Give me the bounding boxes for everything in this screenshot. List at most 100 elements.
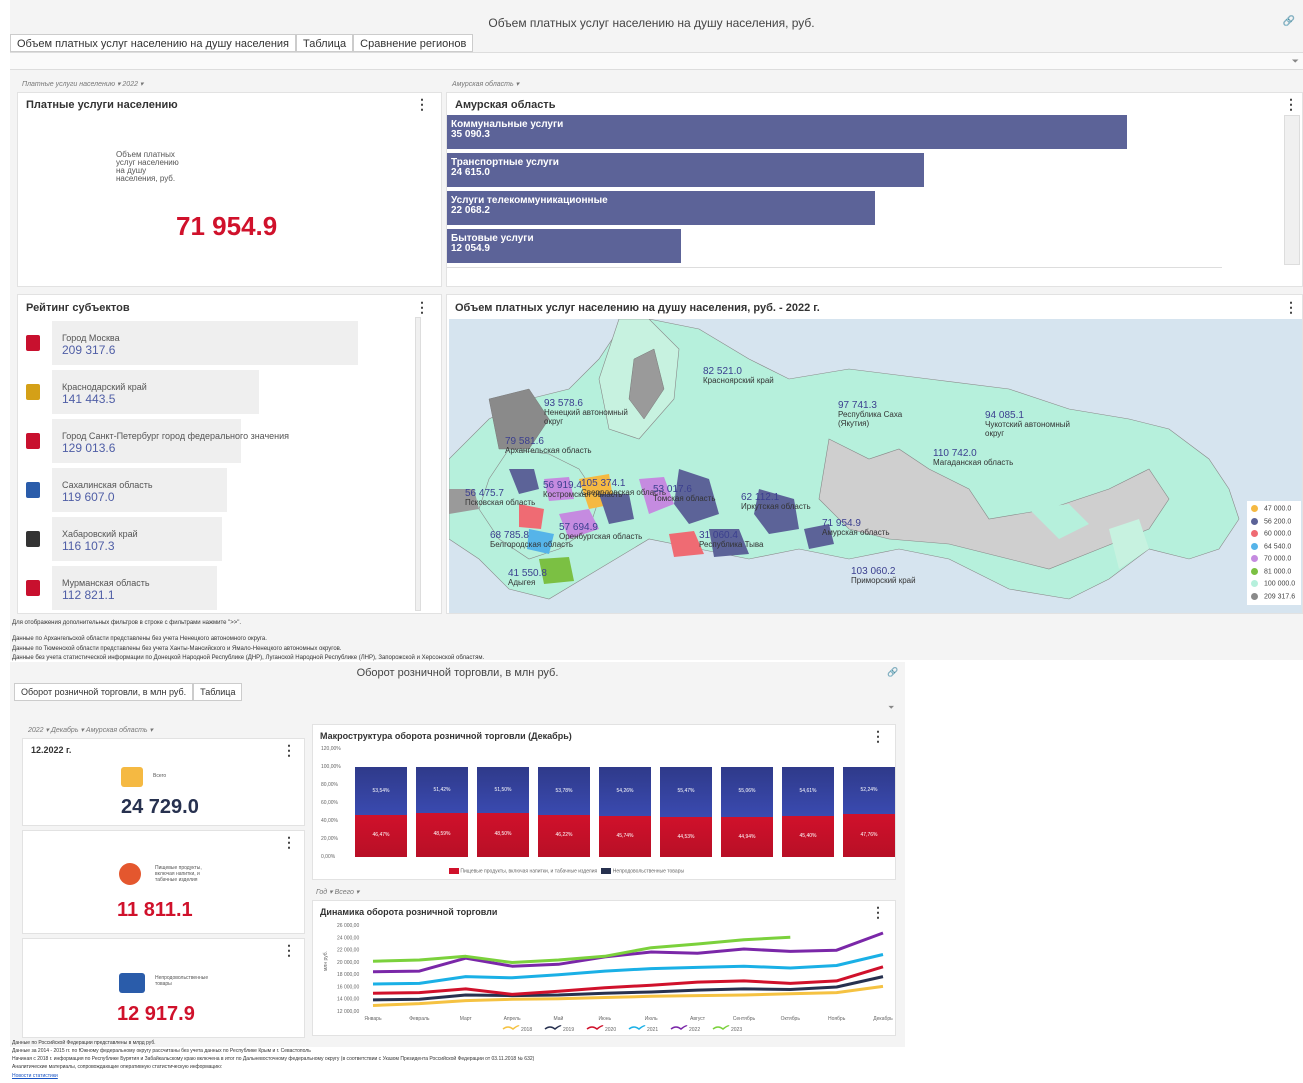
dynamics-ytick: 22 000,00 — [337, 948, 359, 954]
service-bar[interactable]: Коммунальные услуги 35 090.3 — [447, 115, 1127, 149]
legend-swatch — [1251, 517, 1258, 525]
filter-icon[interactable]: ⏷ — [1292, 56, 1299, 67]
rating-menu-icon[interactable]: ⋮ — [415, 300, 429, 314]
map-region-label[interactable]: 68 785.8 Белгородская область — [490, 530, 573, 550]
structure-menu-icon[interactable]: ⋮ — [871, 729, 885, 743]
service-bar-name: Услуги телекоммуникационные — [451, 195, 608, 206]
map-region-label[interactable]: 31 060.4 Республика Тыва — [699, 530, 763, 550]
services-filter[interactable]: Платные услуги населению ▾ 2022 ▾ — [22, 80, 143, 88]
map-region-label[interactable]: 53 017.6 Томская область — [653, 485, 716, 504]
map-region-value: 82 521.0 — [703, 366, 742, 377]
map-legend-item[interactable]: 81 000.0 — [1251, 567, 1291, 575]
dynamics-chart[interactable]: 26 000,00 24 000,00 22 000,00 20 000,00 18 0… — [313, 901, 897, 1037]
segment-food: 46,22% — [538, 815, 590, 857]
dynamics-ytick: 26 000,00 — [337, 923, 359, 929]
stacked-bar[interactable]: 54,61% 45,40% — [782, 767, 834, 857]
tab-region-compare[interactable]: Сравнение регионов — [353, 34, 474, 52]
map-region-label[interactable]: 94 085.1 Чукотский автономный округ — [985, 411, 1075, 439]
rank-item[interactable]: Город Москва 209 317.6 — [26, 321, 426, 365]
map-legend-item[interactable]: 64 540.0 — [1251, 542, 1291, 550]
map-region-value: 103 060.2 — [851, 566, 896, 577]
map-region-label[interactable]: 103 060.2 Приморский край — [851, 566, 916, 586]
retail-filter[interactable]: 2022 ▾ Декабрь ▾ Амурская область ▾ — [28, 726, 153, 734]
stacked-bar[interactable]: 55,47% 44,53% — [660, 767, 712, 857]
legend-label-2021[interactable]: 2021 — [647, 1027, 658, 1033]
service-bar[interactable]: Бытовые услуги 12 054.9 — [447, 229, 681, 263]
service-bar[interactable]: Услуги телекоммуникационные 22 068.2 — [447, 191, 875, 225]
map-legend-item[interactable]: 60 000.0 — [1251, 530, 1291, 537]
kpi-total-menu-icon[interactable]: ⋮ — [282, 743, 296, 757]
map-region-value: 79 581.6 — [505, 436, 544, 447]
legend-label-2019[interactable]: 2019 — [563, 1027, 574, 1033]
map-region-label[interactable]: 93 578.6 Ненецкий автономный округ — [544, 399, 634, 427]
tab-per-capita[interactable]: Объем платных услуг населению на душу на… — [10, 34, 297, 52]
rank-item-name: Город Москва — [62, 333, 120, 343]
map-region-name: Томская область — [653, 494, 716, 503]
map-region-value: 68 785.8 — [490, 530, 529, 541]
rank-item[interactable]: Сахалинская область 119 607.0 — [26, 468, 426, 512]
map-region-name: Белгородская область — [490, 540, 573, 549]
stacked-bar[interactable]: 51,50% 48,50% — [477, 767, 529, 857]
legend-label: 60 000.0 — [1264, 530, 1292, 538]
stacked-bar[interactable]: 54,26% 45,74% — [599, 767, 651, 857]
tab-retail[interactable]: Оборот розничной торговли, в млн руб. — [14, 683, 194, 701]
services-menu-icon[interactable]: ⋮ — [1284, 97, 1298, 111]
rank-item[interactable]: Краснодарский край 141 443.5 — [26, 370, 426, 414]
map-region-label[interactable]: 97 741.3 Республика Саха (Якутия) — [838, 401, 928, 429]
rating-scrollbar[interactable] — [415, 317, 421, 611]
map-legend-item[interactable]: 70 000.0 — [1251, 555, 1291, 562]
kpi-food-menu-icon[interactable]: ⋮ — [282, 835, 296, 849]
link-icon[interactable]: 🔗 — [1283, 16, 1295, 27]
map-region-value: 110 742.0 — [933, 448, 977, 459]
map-region-label[interactable]: 110 742.0 Магаданская область — [933, 448, 1013, 468]
structure-ytick: 20,00% — [321, 836, 338, 842]
map-region-label[interactable]: 82 521.0 Красноярский край — [703, 366, 774, 386]
map-menu-icon[interactable]: ⋮ — [1284, 300, 1298, 314]
rank-item-name: Город Санкт-Петербург город федерального… — [62, 431, 290, 441]
services-scrollbar[interactable] — [1284, 115, 1300, 265]
map-region-value: 31 060.4 — [699, 530, 738, 541]
map-legend-item[interactable]: 100 000.0 — [1251, 580, 1295, 587]
stacked-bar[interactable]: 55,06% 44,94% — [721, 767, 773, 857]
stacked-bar[interactable]: 51,42% 48,59% — [416, 767, 468, 857]
stacked-bar[interactable]: 52,24% 47,76% — [843, 767, 895, 857]
map-region-label[interactable]: 79 581.6 Архангельская область — [505, 436, 592, 456]
map-legend-item[interactable]: 47 000.0 — [1251, 505, 1291, 512]
map-region-label[interactable]: 41 550.8 Адыгея — [508, 569, 547, 588]
map-region-name: Приморский край — [851, 576, 916, 585]
tab-retail-table[interactable]: Таблица — [193, 683, 243, 701]
service-bar[interactable]: Транспортные услуги 24 615.0 — [447, 153, 924, 187]
map-region-label[interactable]: 71 954.9 Амурская область — [822, 519, 890, 538]
map-region-label[interactable]: 56 475.7 Псковская область — [465, 489, 535, 508]
dynamics-xtick: Август — [690, 1016, 706, 1022]
map-region-label[interactable]: 62 112.1 Иркутская область — [741, 493, 811, 512]
retail-filter-icon[interactable]: ⏷ — [888, 703, 894, 713]
tab-table[interactable]: Таблица — [296, 34, 354, 52]
kpi-card-nonfood: ⋮ Непродовольственные товары 12 917.9 — [22, 938, 305, 1038]
legend-label-2023[interactable]: 2023 — [731, 1027, 742, 1033]
statistics-news-link[interactable]: Новости статистики — [12, 1073, 58, 1079]
legend-label-2020[interactable]: 2020 — [605, 1027, 616, 1033]
kpi-food-value: 11 811.1 — [117, 899, 193, 921]
segment-nonfood: 53,54% — [355, 767, 407, 816]
dynamics-xtick: Декабрь — [873, 1016, 893, 1022]
legend-label-2022[interactable]: 2022 — [689, 1027, 700, 1033]
rank-item[interactable]: Город Санкт-Петербург город федерального… — [26, 419, 426, 463]
region-emblem-icon — [26, 531, 40, 547]
dynamics-filter[interactable]: Год ▾ Всего ▾ — [316, 888, 359, 896]
map-legend-item[interactable]: 56 200.0 — [1251, 517, 1291, 525]
stacked-bar[interactable]: 53,54% 46,47% — [355, 767, 407, 857]
segment-nonfood: 54,26% — [599, 767, 651, 816]
retail-link-icon[interactable]: 🔗 — [887, 667, 898, 678]
map-legend-item[interactable]: 209 317.6 — [1251, 592, 1295, 600]
legend-label-2018[interactable]: 2018 — [521, 1027, 532, 1033]
stacked-bar[interactable]: 53,78% 46,22% — [538, 767, 590, 857]
kpi-nonfood-menu-icon[interactable]: ⋮ — [282, 943, 296, 957]
region-filter[interactable]: Амурская область ▾ — [452, 80, 519, 88]
dynamics-ytick: 16 000,00 — [337, 984, 359, 990]
rank-item[interactable]: Мурманская область 112 821.1 — [26, 566, 426, 610]
rank-item[interactable]: Хабаровский край 116 107.3 — [26, 517, 426, 561]
kpi-menu-icon[interactable]: ⋮ — [415, 97, 429, 111]
rank-item-name: Сахалинская область — [62, 480, 153, 490]
map-panel-title: Объем платных услуг населению на душу на… — [455, 302, 820, 314]
